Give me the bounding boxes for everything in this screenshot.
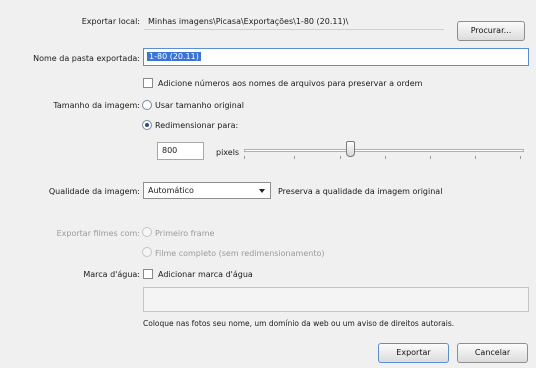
pixels-input[interactable]: 800 [157, 142, 204, 160]
slider-tick [294, 156, 295, 159]
folder-name-selected-text: 1-80 (20.11) [147, 52, 201, 61]
full-video-label: Filme completo (sem redimensionamento) [155, 249, 325, 258]
resize-radio[interactable] [142, 120, 152, 130]
resize-label: Redimensionar para: [155, 121, 239, 130]
full-video-radio [142, 247, 152, 257]
image-size-label: Tamanho da imagem: [53, 101, 140, 110]
first-frame-radio [142, 227, 152, 237]
watermark-text-input [143, 287, 529, 312]
export-location-path: Minhas imagens\Picasa\Exportações\1-80 (… [148, 17, 349, 26]
folder-name-label: Nome da pasta exportada: [33, 54, 140, 63]
slider-tick [475, 156, 476, 159]
export-videos-label: Exportar filmes com: [56, 229, 140, 238]
first-frame-label: Primeiro frame [155, 229, 215, 238]
watermark-checkbox-label: Adicionar marca d'água [158, 270, 253, 279]
folder-name-input[interactable]: 1-80 (20.11) [143, 48, 529, 66]
image-quality-label: Qualidade da imagem: [48, 187, 140, 196]
slider-tick [520, 156, 521, 159]
image-quality-description: Preserva a qualidade da imagem original [278, 187, 443, 196]
export-location-underline [144, 29, 444, 30]
add-numbers-checkbox[interactable] [143, 78, 153, 88]
browse-button[interactable]: Procurar... [457, 21, 525, 41]
watermark-checkbox[interactable] [143, 269, 153, 279]
size-slider-track[interactable] [244, 149, 524, 152]
export-button[interactable]: Exportar [378, 343, 449, 363]
size-slider-thumb[interactable] [345, 141, 355, 157]
image-quality-select[interactable]: Automático [143, 182, 271, 199]
cancel-button[interactable]: Cancelar [457, 343, 528, 363]
export-location-label: Exportar local: [81, 17, 140, 26]
image-quality-selected-text: Automático [148, 186, 194, 195]
watermark-label: Marca d'água: [83, 270, 140, 279]
slider-tick [244, 156, 245, 159]
slider-tick [385, 156, 386, 159]
slider-tick [340, 156, 341, 159]
watermark-hint: Coloque nas fotos seu nome, um domínio d… [143, 319, 455, 328]
chevron-down-icon [259, 189, 265, 193]
original-size-radio[interactable] [142, 100, 152, 110]
slider-tick [430, 156, 431, 159]
original-size-label: Usar tamanho original [155, 101, 244, 110]
add-numbers-label: Adicione números aos nomes de arquivos p… [158, 79, 423, 88]
pixels-unit-label: pixels [216, 148, 240, 157]
